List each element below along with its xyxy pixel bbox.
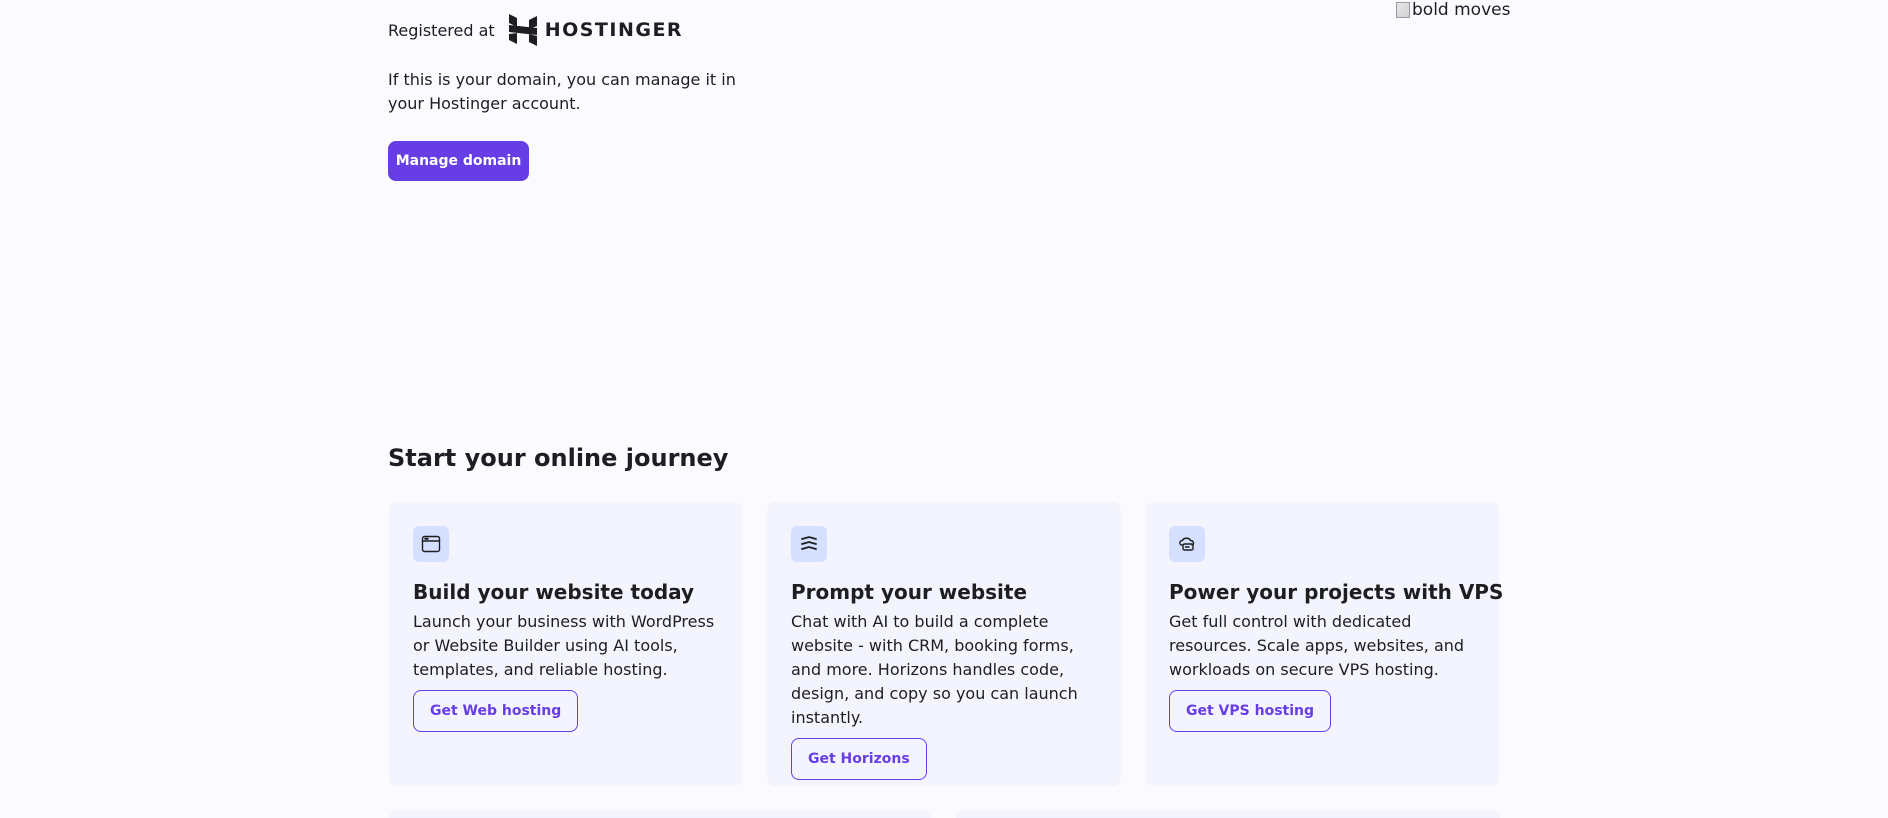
card-description: Chat with AI to build a complete website… — [791, 612, 1078, 727]
page: Registered at HOSTINGER If this is your … — [0, 0, 1888, 818]
next-row-card — [389, 810, 931, 818]
registered-at-label: Registered at — [388, 20, 495, 40]
registrar-info: Registered at HOSTINGER — [388, 14, 683, 46]
manage-domain-button[interactable]: Manage domain — [388, 141, 529, 181]
get-web-hosting-button[interactable]: Get Web hosting — [413, 690, 579, 732]
card-vps-hosting: Power your projects with VPS Get full co… — [1145, 502, 1504, 786]
domain-ownership-text: If this is your domain, you can manage i… — [388, 70, 736, 113]
card-title: Build your website today — [413, 580, 695, 604]
hostinger-wordmark: HOSTINGER — [544, 19, 684, 41]
card-description: Get full control with dedicated resource… — [1169, 612, 1465, 679]
hero-image: bold moves — [1396, 0, 1510, 20]
next-row-card — [956, 810, 1500, 818]
hostinger-logo-icon — [508, 14, 537, 46]
hero-image-alt-text: bold moves — [1412, 0, 1511, 20]
card-horizons: Prompt your website Chat with AI to buil… — [767, 502, 1121, 786]
section-title: Start your online journey — [388, 444, 729, 472]
cloud-server-icon — [1169, 526, 1205, 562]
get-vps-hosting-button[interactable]: Get VPS hosting — [1169, 690, 1332, 732]
broken-image-icon — [1396, 2, 1410, 18]
card-web-hosting: Build your website today Launch your bus… — [389, 502, 743, 786]
card-description: Launch your business with WordPress or W… — [413, 612, 715, 679]
card-title: Prompt your website — [791, 580, 1028, 604]
horizons-waves-icon — [791, 526, 827, 562]
browser-window-icon — [413, 526, 449, 562]
hostinger-logo[interactable]: HOSTINGER — [508, 14, 684, 46]
get-horizons-button[interactable]: Get Horizons — [791, 738, 927, 780]
card-title: Power your projects with VPS — [1169, 580, 1504, 604]
